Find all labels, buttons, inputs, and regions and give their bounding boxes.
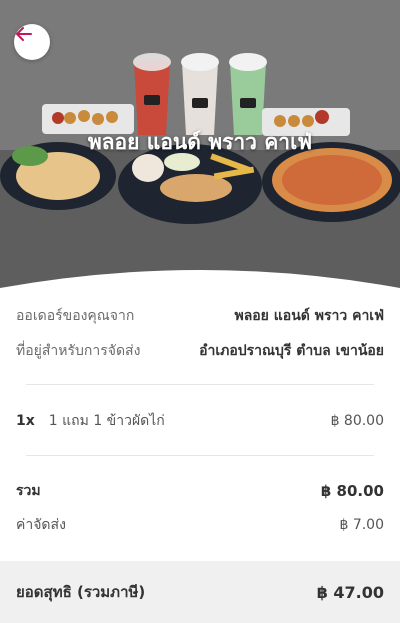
divider <box>26 455 374 456</box>
divider <box>26 384 374 385</box>
subtotal-value: ฿ 80.00 <box>320 482 384 500</box>
item-quantity: 1x <box>16 413 35 429</box>
subtotal-row: รวม ฿ 80.00 <box>16 480 384 502</box>
item-price: ฿ 80.00 <box>330 413 384 429</box>
item-name: 1 แถม 1 ข้าวผัดไก่ <box>48 413 165 429</box>
net-total-value: ฿ 47.00 <box>316 582 384 602</box>
order-from-row: ออเดอร์ของคุณจาก พลอย แอนด์ พราว คาเฟ่ <box>16 305 384 327</box>
delivery-address-row: ที่อยู่สำหรับการจัดส่ง อำเภอปราณบุรี ตำบ… <box>16 340 384 362</box>
order-from-label: ออเดอร์ของคุณจาก <box>16 308 135 324</box>
delivery-address-value: อำเภอปราณบุรี ตำบล เขาน้อย <box>199 343 384 359</box>
net-total-label: ยอดสุทธิ (รวมภาษี) <box>16 583 146 601</box>
back-button[interactable] <box>14 24 50 60</box>
store-hero-image: พลอย แอนด์ พราว คาเฟ่ <box>0 0 400 300</box>
arrow-left-icon <box>16 27 32 41</box>
subtotal-label: รวม <box>16 483 41 499</box>
delivery-fee-value: ฿ 7.00 <box>339 517 384 533</box>
net-total-bar: ยอดสุทธิ (รวมภาษี) ฿ 47.00 <box>0 561 400 623</box>
store-name-title: พลอย แอนด์ พราว คาเฟ่ <box>87 130 313 154</box>
order-from-value: พลอย แอนด์ พราว คาเฟ่ <box>234 308 384 324</box>
delivery-address-label: ที่อยู่สำหรับการจัดส่ง <box>16 343 141 359</box>
hero-curve <box>0 270 400 300</box>
delivery-fee-row: ค่าจัดส่ง ฿ 7.00 <box>16 514 384 536</box>
delivery-fee-label: ค่าจัดส่ง <box>16 517 66 533</box>
order-item-row: 1x 1 แถม 1 ข้าวผัดไก่ ฿ 80.00 <box>16 410 384 432</box>
